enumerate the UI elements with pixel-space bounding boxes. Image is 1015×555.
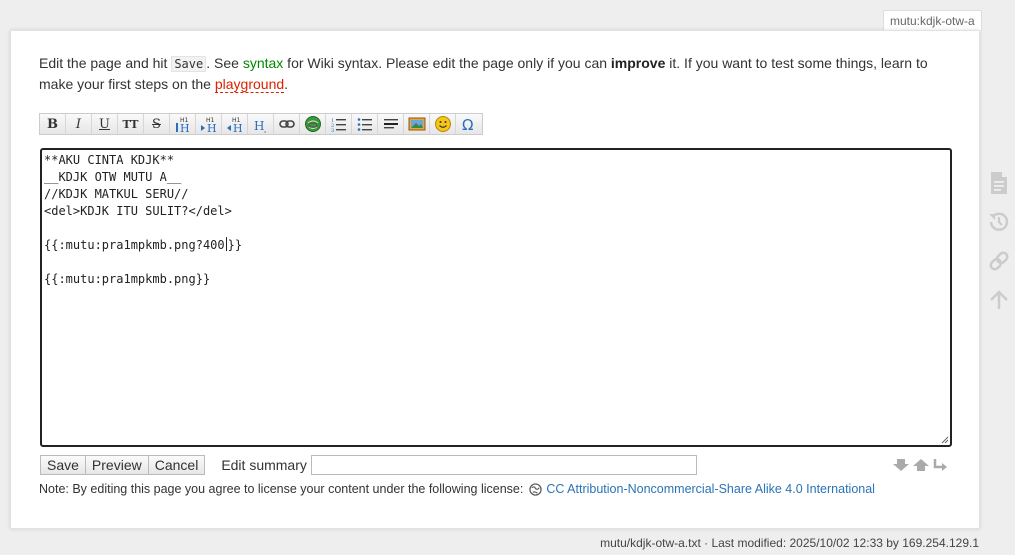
- intro-text-2: . See: [206, 55, 243, 71]
- link-button[interactable]: [274, 114, 300, 134]
- heading-menu-button[interactable]: H,: [248, 114, 274, 134]
- heading-same-icon: H1H: [175, 117, 190, 133]
- intro-text-1: Edit the page and hit: [39, 55, 172, 71]
- editor-size-controls: [892, 458, 948, 472]
- cancel-button[interactable]: Cancel: [148, 455, 206, 475]
- svg-text:H: H: [233, 122, 243, 133]
- intro-text-5: .: [284, 76, 289, 92]
- editor-line-caret: {{:mutu:pra1mpkmb.png?400}}: [44, 237, 948, 254]
- editor-line: **AKU CINTA KDJK**: [44, 153, 175, 167]
- page-id-tab: mutu:kdjk-otw-a: [883, 10, 982, 31]
- underline-button[interactable]: U: [92, 114, 118, 134]
- strikethrough-button[interactable]: S: [144, 114, 170, 134]
- intro-text-3: for Wiki syntax. Please edit the page on…: [283, 55, 611, 71]
- svg-text:Ω: Ω: [462, 116, 473, 133]
- svg-text:H: H: [207, 122, 217, 133]
- arrow-down-icon[interactable]: [892, 458, 910, 472]
- arrow-up-icon[interactable]: [912, 458, 930, 472]
- unordered-list-icon: [357, 118, 372, 131]
- heading-higher-button[interactable]: H1 H: [222, 114, 248, 134]
- smileys-button[interactable]: [430, 114, 456, 134]
- horizontal-rule-button[interactable]: [378, 114, 404, 134]
- history-icon: [989, 212, 1009, 231]
- monospace-button[interactable]: TT: [118, 114, 144, 134]
- smiley-icon: [434, 116, 451, 132]
- heading-same-button[interactable]: H1 H: [170, 114, 196, 134]
- editor-toolbar: B I U TT S H1 H H1 H H1 H H, 123 Ω: [39, 113, 483, 135]
- bold-button[interactable]: B: [40, 114, 66, 134]
- editor-line-text: {{:mutu:pra1mpkmb.png?400: [44, 238, 225, 252]
- ordered-list-button[interactable]: 123: [326, 114, 352, 134]
- backlinks-button[interactable]: [986, 248, 1012, 274]
- editor-line-text-after-caret: }}: [227, 238, 243, 252]
- special-chars-button[interactable]: Ω: [456, 114, 482, 134]
- ordered-list-icon: 123: [331, 118, 346, 132]
- heading-higher-icon: H1H: [226, 117, 243, 133]
- resize-grip-icon[interactable]: [941, 436, 949, 444]
- heading-menu-icon: H,: [254, 119, 266, 133]
- hr-icon: [383, 119, 398, 129]
- media-button[interactable]: [404, 114, 430, 134]
- license-note: Note: By editing this page you agree to …: [39, 482, 875, 496]
- save-button[interactable]: Save: [40, 455, 86, 475]
- playground-link[interactable]: playground: [214, 76, 285, 93]
- svg-text:,: ,: [264, 126, 266, 133]
- external-link-button[interactable]: [300, 114, 326, 134]
- text-caret: [225, 237, 227, 251]
- link-chain-icon: [989, 251, 1009, 271]
- page-tools: [986, 170, 1012, 313]
- link-icon: [278, 120, 295, 128]
- improve-text: improve: [610, 55, 666, 71]
- license-link[interactable]: CC Attribution-Noncommercial-Share Alike…: [546, 482, 875, 496]
- heading-lower-button[interactable]: H1 H: [196, 114, 222, 134]
- svg-text:3: 3: [331, 128, 334, 132]
- edit-summary-label: Edit summary: [221, 457, 307, 473]
- document-icon: [991, 172, 1007, 194]
- image-icon: [408, 117, 425, 131]
- edit-summary-input[interactable]: [310, 455, 697, 475]
- preview-button[interactable]: Preview: [85, 455, 149, 475]
- edit-form-row: Save Preview Cancel Edit summary: [40, 455, 697, 475]
- wrap-toggle-icon[interactable]: [932, 458, 948, 472]
- svg-text:H: H: [254, 119, 264, 133]
- svg-text:H: H: [180, 122, 190, 133]
- unordered-list-button[interactable]: [352, 114, 378, 134]
- page-footer-info: mutu/kdjk-otw-a.txt · Last modified: 202…: [600, 536, 979, 550]
- old-revisions-button[interactable]: [986, 209, 1012, 235]
- editor-line: {{:mutu:pra1mpkmb.png}}: [44, 272, 211, 286]
- edit-intro: Edit the page and hit Save. See syntax f…: [39, 53, 939, 94]
- arrow-up-top-icon: [990, 290, 1008, 309]
- omega-icon: Ω: [462, 116, 473, 133]
- show-page-button[interactable]: [986, 170, 1012, 196]
- back-to-top-button[interactable]: [986, 287, 1012, 313]
- editor-line: <del>KDJK ITU SULIT?</del>: [44, 204, 232, 218]
- save-code: Save: [171, 56, 207, 72]
- wiki-text-editor[interactable]: **AKU CINTA KDJK** __KDJK OTW MUTU A__ //K…: [40, 148, 952, 447]
- license-text: Note: By editing this page you agree to …: [39, 482, 524, 496]
- page-content: Edit the page and hit Save. See syntax f…: [10, 30, 980, 529]
- italic-button[interactable]: I: [66, 114, 92, 134]
- editor-line: //KDJK MATKUL SERU//: [44, 187, 189, 201]
- globe-icon: [529, 482, 543, 496]
- syntax-link[interactable]: syntax: [243, 55, 283, 71]
- globe-link-icon: [304, 116, 321, 132]
- heading-lower-icon: H1H: [200, 117, 217, 133]
- editor-line: __KDJK OTW MUTU A__: [44, 170, 182, 184]
